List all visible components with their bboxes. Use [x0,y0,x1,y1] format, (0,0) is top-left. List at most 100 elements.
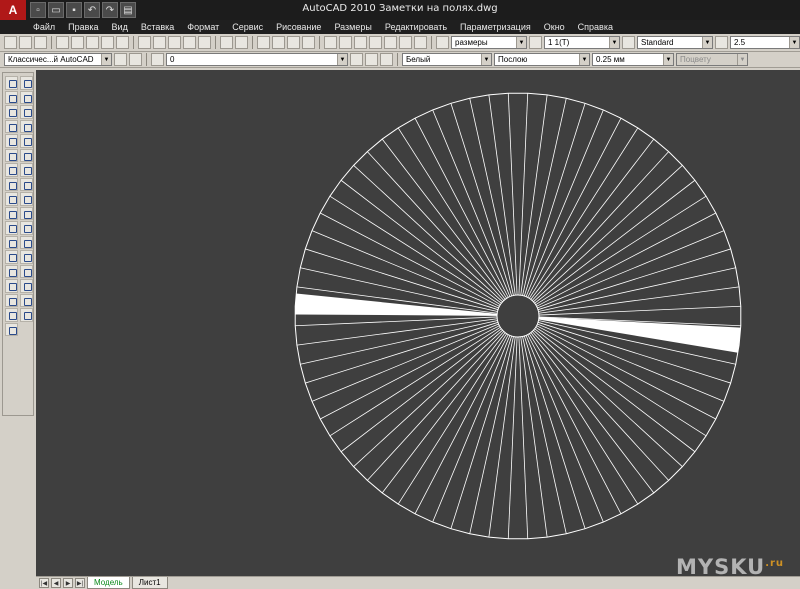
spoke-line[interactable] [531,151,669,301]
draw-tool-icon[interactable] [5,163,18,177]
menu-insert[interactable]: Вставка [141,22,174,32]
tab-sheet1[interactable]: Лист1 [131,577,168,589]
modify-tool-icon[interactable] [20,221,33,235]
calculator-button[interactable] [399,36,412,49]
menu-format[interactable]: Формат [187,22,219,32]
draw-tool-icon[interactable] [5,105,18,119]
zoom-window-button[interactable] [287,36,300,49]
spoke-line[interactable] [340,179,502,304]
layer-previous-icon[interactable] [365,53,378,66]
tool-palettes-button[interactable] [354,36,367,49]
spoke-line[interactable] [353,165,503,303]
menu-file[interactable]: Файл [33,22,55,32]
center-hole[interactable] [496,294,540,338]
drawing-area[interactable] [36,70,800,576]
modify-tool-icon[interactable] [20,206,33,220]
modify-tool-icon[interactable] [20,119,33,133]
drawing-svg[interactable] [36,70,800,576]
draw-tool-icon[interactable] [5,119,18,133]
draw-tool-icon[interactable] [5,192,18,206]
design-center-button[interactable] [339,36,352,49]
copy-button[interactable] [153,36,166,49]
redo-button[interactable] [235,36,248,49]
spoke-line[interactable] [507,336,518,539]
block-editor-button[interactable] [198,36,211,49]
text-style-icon[interactable] [436,36,449,49]
plot-button[interactable] [56,36,69,49]
draw-tool-icon[interactable] [5,322,18,336]
spoke-line[interactable] [530,332,655,494]
spoke-line[interactable] [533,165,683,303]
first-tab-icon[interactable]: |◀ [39,578,49,588]
menu-dimension[interactable]: Размеры [334,22,371,32]
menu-help[interactable]: Справка [578,22,613,32]
next-tab-icon[interactable]: ▶ [63,578,73,588]
spoke-line[interactable] [534,328,696,453]
menu-modify[interactable]: Редактировать [385,22,447,32]
menu-window[interactable]: Окно [544,22,565,32]
make-current-layer-icon[interactable] [350,53,363,66]
modify-tool-icon[interactable] [20,177,33,191]
workspace-settings-icon[interactable] [114,53,127,66]
help-button[interactable] [414,36,427,49]
last-tab-icon[interactable]: ▶| [75,578,85,588]
draw-tool-icon[interactable] [5,177,18,191]
modify-tool-icon[interactable] [20,90,33,104]
text-height-select[interactable]: 2.5 ▼ [730,36,800,49]
sheet-set-button[interactable] [369,36,382,49]
draw-tool-icon[interactable] [5,148,18,162]
publish-button[interactable] [86,36,99,49]
modify-tool-icon[interactable] [20,308,33,322]
modify-tool-icon[interactable] [20,163,33,177]
modify-tool-icon[interactable] [20,250,33,264]
spoke-line[interactable] [381,332,506,494]
spoke-line[interactable] [340,328,502,453]
zoom-previous-button[interactable] [302,36,315,49]
dimension-style-select[interactable]: размеры ▼ [451,36,527,49]
annotation-scale-select[interactable]: 1 1(Т) ▼ [544,36,620,49]
open-button[interactable] [19,36,32,49]
modify-tool-icon[interactable] [20,105,33,119]
spoke-line[interactable] [381,138,506,300]
modify-tool-icon[interactable] [20,134,33,148]
linetype-select[interactable]: Послою ▼ [494,53,590,66]
draw-tool-icon[interactable] [5,134,18,148]
draw-tool-icon[interactable] [5,264,18,278]
modify-tool-icon[interactable] [20,264,33,278]
draw-tool-icon[interactable] [5,279,18,293]
color-select[interactable]: Белый ▼ [402,53,492,66]
modify-tool-icon[interactable] [20,192,33,206]
paste-button[interactable] [168,36,181,49]
spoke-line[interactable] [538,305,741,316]
workspace-select[interactable]: Классичес...й AutoCAD ▼ [4,53,112,66]
match-properties-button[interactable] [183,36,196,49]
pan-button[interactable] [257,36,270,49]
workspace-gear-icon[interactable] [129,53,142,66]
layer-select[interactable]: 0 ▼ [166,53,348,66]
menu-edit[interactable]: Правка [68,22,98,32]
markup-button[interactable] [384,36,397,49]
zoom-realtime-button[interactable] [272,36,285,49]
tab-model[interactable]: Модель [87,577,130,589]
save-button[interactable] [34,36,47,49]
text-style-select[interactable]: Standard ▼ [637,36,713,49]
draw-tool-icon[interactable] [5,221,18,235]
spoke-line[interactable] [533,329,683,467]
modify-tool-icon[interactable] [20,76,33,90]
3d-publish-button[interactable] [101,36,114,49]
spoke-line[interactable] [295,316,498,327]
spoke-line[interactable] [534,179,696,304]
prev-tab-icon[interactable]: ◀ [51,578,61,588]
spoke-line[interactable] [518,93,529,296]
properties-button[interactable] [324,36,337,49]
spoke-line[interactable] [531,331,669,481]
layer-states-icon[interactable] [380,53,393,66]
draw-tool-icon[interactable] [5,206,18,220]
lineweight-select[interactable]: 0.25 мм ▼ [592,53,674,66]
draw-tool-icon[interactable] [5,76,18,90]
menu-parametric[interactable]: Параметризация [460,22,531,32]
layer-manager-icon[interactable] [151,53,164,66]
draw-tool-icon[interactable] [5,308,18,322]
modify-tool-icon[interactable] [20,148,33,162]
draw-tool-icon[interactable] [5,293,18,307]
